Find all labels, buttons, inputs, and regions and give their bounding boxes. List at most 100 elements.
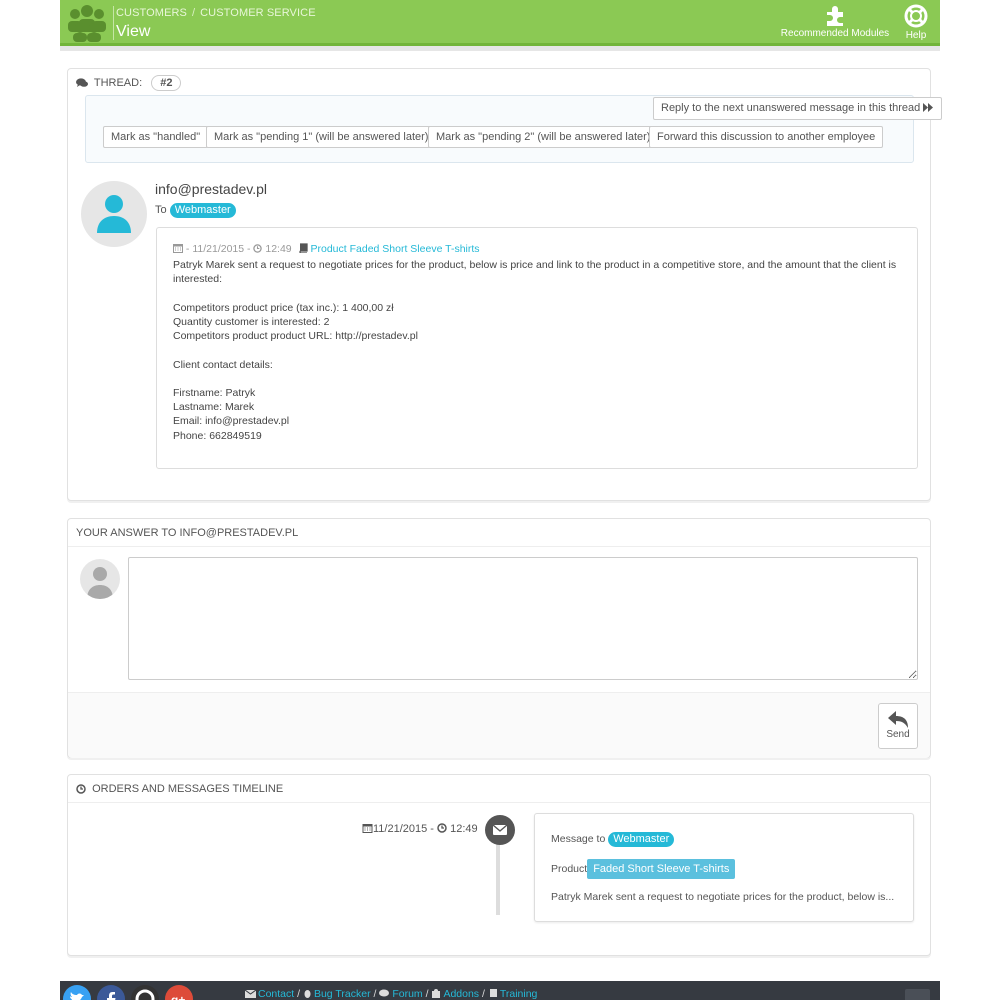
message-line: Phone: 662849519 <box>173 429 262 442</box>
message-line: Email: info@prestadev.pl <box>173 415 290 428</box>
timeline-time-value: 12:49 <box>450 823 478 835</box>
lifebuoy-icon <box>904 4 928 28</box>
envelope-icon <box>492 824 508 835</box>
message-line: Competitors product product URL: http://… <box>173 330 418 343</box>
message-product-link[interactable]: Product Faded Short Sleeve T-shirts <box>311 243 480 255</box>
timeline-message-marker <box>485 815 515 845</box>
footer-bar: g+ Contact / Bug Tracker / Forum / Addon… <box>60 981 940 1000</box>
thread-number-badge: #2 <box>151 75 182 91</box>
message-meta: - 11/21/2015 - 12:49 Product Faded Short… <box>173 242 901 256</box>
calendar-icon <box>362 824 373 833</box>
comments-icon <box>76 78 88 87</box>
bug-icon <box>304 990 311 998</box>
google-plus-icon[interactable]: g+ <box>165 985 193 1000</box>
reply-icon <box>888 711 908 728</box>
comments-icon <box>379 989 390 997</box>
message-blank-line <box>173 343 901 357</box>
header-divider <box>113 6 114 40</box>
answer-footer: Send <box>68 692 930 758</box>
envelope-icon <box>245 990 256 998</box>
svg-text:g+: g+ <box>171 993 185 1000</box>
footer-link-contact[interactable]: Contact <box>258 988 294 1000</box>
message-to-badge: Webmaster <box>608 832 675 847</box>
message-blank-line <box>173 287 901 301</box>
message-line: Quantity customer is interested: 2 <box>173 316 330 328</box>
timeline-heading: ORDERS AND MESSAGES TIMELINE <box>68 775 930 803</box>
forward-icon <box>923 103 934 112</box>
send-button[interactable]: Send <box>878 703 918 749</box>
message-time: 12:49 <box>265 243 292 255</box>
footer-link-bug-tracker[interactable]: Bug Tracker <box>314 988 371 1000</box>
calendar-icon <box>173 244 183 253</box>
product-label: Product <box>551 863 588 875</box>
forward-discussion-button[interactable]: Forward this discussion to another emplo… <box>649 126 884 148</box>
mark-pending-1-button[interactable]: Mark as "pending 1" (will be answered la… <box>206 126 437 148</box>
clock-icon <box>76 784 86 794</box>
message-box: - 11/21/2015 - 12:49 Product Faded Short… <box>156 227 918 469</box>
twitter-icon[interactable] <box>63 985 91 1000</box>
timeline-heading-label: ORDERS AND MESSAGES TIMELINE <box>92 783 284 795</box>
github-icon[interactable] <box>131 985 159 1000</box>
book-icon <box>489 989 497 997</box>
clock-icon <box>253 244 263 253</box>
book-icon <box>298 243 308 254</box>
user-silhouette-icon <box>87 567 113 599</box>
puzzle-icon <box>432 989 441 998</box>
scroll-top-button[interactable] <box>905 989 930 1000</box>
footer-links: Contact / Bug Tracker / Forum / Addons /… <box>245 988 537 1000</box>
recommended-modules-label: Recommended Modules <box>780 28 890 39</box>
answer-textarea[interactable] <box>128 557 918 680</box>
sender-avatar <box>81 181 147 247</box>
breadcrumb-customers[interactable]: CUSTOMERS <box>116 7 187 19</box>
message-body: Patryk Marek sent a request to negotiate… <box>173 258 901 443</box>
timeline-line <box>496 843 500 915</box>
thread-label: THREAD: <box>93 77 143 89</box>
recommended-modules-button[interactable]: Recommended Modules <box>775 4 895 39</box>
timeline-date: 11/21/2015 - 12:49 <box>362 823 478 835</box>
mark-pending-2-button[interactable]: Mark as "pending 2" (will be answered la… <box>428 126 659 148</box>
recipient-badge: Webmaster <box>169 203 236 218</box>
answer-heading: YOUR ANSWER TO INFO@PRESTADEV.PL <box>68 519 930 547</box>
timeline-excerpt: Patryk Marek sent a request to negotiate… <box>551 891 895 903</box>
footer-link-training[interactable]: Training <box>500 988 538 1000</box>
message-line: Lastname: Marek <box>173 401 255 414</box>
top-header: CUSTOMERS / CUSTOMER SERVICE View Recommen… <box>60 0 940 46</box>
message-blank-line <box>173 372 901 386</box>
thread-panel: THREAD: #2 Reply to the next unanswered … <box>67 68 943 501</box>
product-badge[interactable]: Faded Short Sleeve T-shirts <box>587 859 736 879</box>
puzzle-icon <box>827 6 843 26</box>
breadcrumb: CUSTOMERS / CUSTOMER SERVICE <box>116 7 316 19</box>
breadcrumb-customer-service[interactable]: CUSTOMER SERVICE <box>200 7 316 19</box>
message-date: - 11/21/2015 - <box>185 243 251 255</box>
timeline-message-to: Message to Webmaster <box>551 832 675 847</box>
message-line: Patryk Marek sent a request to negotiate… <box>173 259 897 286</box>
reply-next-unanswered-button[interactable]: Reply to the next unanswered message in … <box>653 97 943 120</box>
header-shadow <box>60 46 940 51</box>
timeline-message-card: Message to Webmaster Product Faded Short … <box>534 813 914 922</box>
footer-link-addons[interactable]: Addons <box>443 988 479 1000</box>
message-line: Competitors product price (tax inc.): 1 … <box>173 301 394 314</box>
thread-actions-box: Reply to the next unanswered message in … <box>85 95 943 163</box>
customers-icon <box>68 5 106 42</box>
sender-email: info@prestadev.pl <box>155 181 268 197</box>
footer-link-forum[interactable]: Forum <box>392 988 422 1000</box>
page-title: View <box>116 23 151 40</box>
message-line: Client contact details: <box>173 358 273 371</box>
timeline-panel: ORDERS AND MESSAGES TIMELINE 11/21/2015 … <box>67 774 931 956</box>
mark-handled-button[interactable]: Mark as "handled" <box>103 126 209 148</box>
help-label: Help <box>905 30 927 41</box>
recipient-line: To Webmaster <box>155 203 236 218</box>
timeline-date-value: 11/21/2015 - <box>373 823 434 835</box>
facebook-icon[interactable] <box>97 985 125 1000</box>
message-line: Firstname: Patryk <box>173 386 256 399</box>
to-label: To <box>155 204 167 216</box>
reply-next-label: Reply to the next unanswered message in … <box>661 102 921 114</box>
help-button[interactable]: Help <box>898 4 934 41</box>
clock-icon <box>437 823 447 833</box>
thread-heading: THREAD: #2 <box>68 69 930 97</box>
employee-avatar <box>80 559 120 599</box>
timeline-product: Product Faded Short Sleeve T-shirts <box>551 859 736 879</box>
message-to-label: Message to <box>551 833 606 845</box>
send-label: Send <box>886 729 910 740</box>
answer-panel: YOUR ANSWER TO INFO@PRESTADEV.PL Send <box>67 518 931 758</box>
